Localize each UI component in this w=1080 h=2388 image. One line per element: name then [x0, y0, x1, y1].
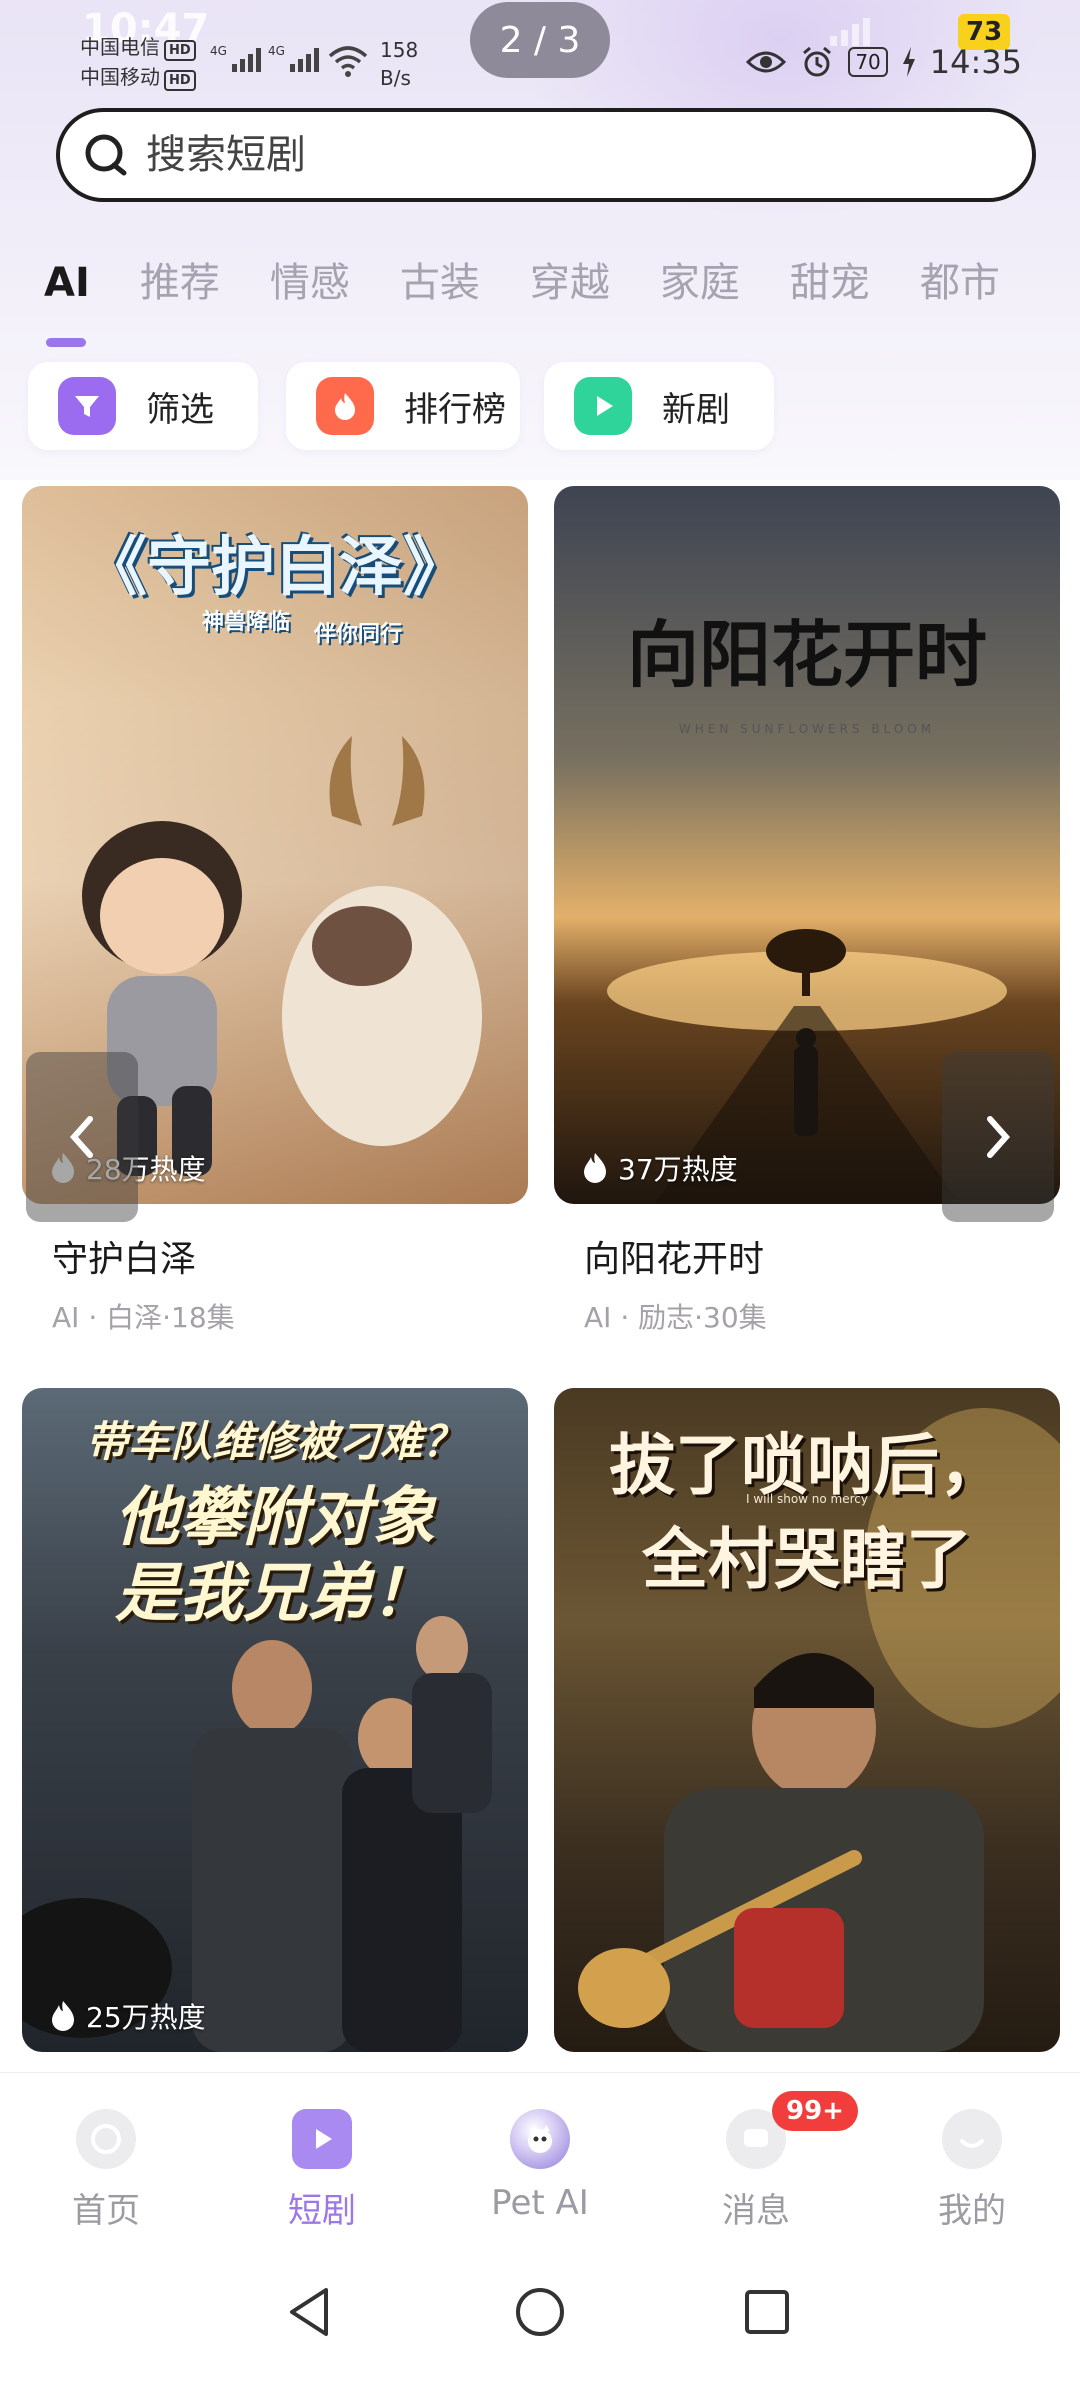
- ranking-button[interactable]: 排行榜: [286, 362, 520, 450]
- wifi-icon: [328, 46, 368, 77]
- tab-time-travel[interactable]: 穿越: [530, 248, 610, 318]
- tab-emotion[interactable]: 情感: [270, 248, 350, 318]
- poster-subtitle: WHEN SUNFLOWERS BLOOM: [678, 722, 936, 736]
- hd-badge: HD: [164, 70, 196, 91]
- signal-2-icon: 4G: [268, 44, 319, 72]
- pet-ai-icon: [510, 2109, 570, 2169]
- nav-messages-label: 消息: [722, 2191, 790, 2231]
- poster-subtitle: 神兽降临: [202, 610, 291, 635]
- home-circle-icon[interactable]: [510, 2282, 570, 2342]
- eye-icon: [746, 51, 787, 73]
- tab-costume[interactable]: 古装: [400, 248, 480, 318]
- home-icon: [76, 2109, 136, 2169]
- heat-label: 25万热度: [86, 2001, 206, 2034]
- drama-title[interactable]: 向阳花开时: [584, 1230, 764, 1282]
- message-count-badge: 99+: [772, 2091, 858, 2131]
- ranking-label: 排行榜: [404, 389, 506, 430]
- nav-short-drama-label: 短剧: [288, 2191, 356, 2231]
- drama-meta: AI · 励志·30集: [584, 1301, 767, 1334]
- poster-subtitle: 伴你同行: [314, 622, 403, 647]
- flame-icon: [52, 2001, 74, 2031]
- category-tabs: AI 推荐 情感 古装 穿越 家庭 甜宠 都市: [44, 248, 1050, 318]
- net-speed-value: 158: [380, 38, 419, 62]
- chevron-right-icon: [987, 1116, 1011, 1158]
- filter-label: 筛选: [146, 389, 214, 430]
- tab-family[interactable]: 家庭: [660, 248, 740, 318]
- status-time: 14:35: [929, 43, 1022, 81]
- drama-card[interactable]: 拔了唢呐后， I will show no mercy 全村哭瞎了: [554, 1388, 1060, 2052]
- flame-icon: [316, 377, 374, 435]
- net-speed: 158 B/s: [380, 36, 418, 92]
- drama-meta: AI · 白泽·18集: [52, 1301, 235, 1334]
- flame-icon: [584, 1153, 606, 1183]
- carrier-2-label: 中国移动: [80, 65, 160, 89]
- drama-title[interactable]: 守护白泽: [52, 1230, 196, 1282]
- active-tab-indicator: [46, 338, 86, 347]
- nav-profile-label: 我的: [938, 2191, 1006, 2231]
- search-bar[interactable]: [56, 108, 1036, 202]
- network-type-label: 4G: [210, 44, 227, 58]
- bottom-nav: 首页 短剧 Pet AI 消息 99+ 我的: [0, 2072, 1080, 2232]
- hd-badge: HD: [164, 40, 196, 61]
- back-icon[interactable]: [282, 2282, 336, 2342]
- tab-sweet[interactable]: 甜宠: [790, 248, 870, 318]
- recents-icon[interactable]: [740, 2282, 794, 2342]
- tab-urban[interactable]: 都市: [920, 248, 1000, 318]
- previous-arrow-button[interactable]: [26, 1052, 138, 1222]
- system-nav-bar: [0, 2260, 1080, 2388]
- tab-recommend[interactable]: 推荐: [140, 248, 220, 318]
- short-drama-icon: [292, 2109, 352, 2169]
- poster-title: 《守护白泽》: [83, 530, 467, 605]
- poster-line: 是我兄弟！: [115, 1556, 435, 1631]
- page-indicator: 2 / 3: [470, 2, 610, 78]
- new-drama-button[interactable]: 新剧: [544, 362, 774, 450]
- nav-home-label: 首页: [72, 2191, 140, 2231]
- charging-icon: [902, 47, 915, 77]
- drama-poster[interactable]: 拔了唢呐后， I will show no mercy 全村哭瞎了: [554, 1388, 1060, 2052]
- drama-poster[interactable]: 带车队维修被刁难？ 他攀附对象 是我兄弟！ 25万热度: [22, 1388, 528, 2052]
- tab-ai[interactable]: AI: [44, 248, 90, 318]
- signal-1-icon: 4G: [210, 44, 261, 72]
- nav-short-drama[interactable]: 短剧: [222, 2073, 422, 2232]
- profile-icon: [942, 2109, 1002, 2169]
- drama-card[interactable]: 《守护白泽》 神兽降临 伴你同行 28万热度 守护白泽 AI · 白泽·18集: [22, 486, 528, 1354]
- play-icon: [574, 377, 632, 435]
- heat-count: 37万热度: [580, 1148, 738, 1188]
- status-right: 70 14:35: [746, 42, 1022, 82]
- poster-title: 向阳花开时: [626, 612, 987, 697]
- poster-line: 带车队维修被刁难？: [85, 1417, 464, 1466]
- filter-icon: [58, 377, 116, 435]
- poster-line: 全村哭瞎了: [642, 1520, 972, 1598]
- nav-pet-ai[interactable]: Pet AI: [440, 2073, 640, 2223]
- filter-button[interactable]: 筛选: [28, 362, 258, 450]
- heat-count: 25万热度: [48, 1996, 206, 2036]
- chevron-left-icon: [69, 1116, 93, 1158]
- search-icon: [85, 134, 127, 176]
- drama-card[interactable]: 带车队维修被刁难？ 他攀附对象 是我兄弟！ 25万热度: [22, 1388, 528, 2052]
- carrier-1-label: 中国电信: [80, 35, 160, 59]
- battery-level: 70: [848, 47, 888, 77]
- next-arrow-button[interactable]: [942, 1052, 1054, 1222]
- nav-home[interactable]: 首页: [6, 2073, 206, 2232]
- nav-pet-ai-label: Pet AI: [491, 2183, 589, 2223]
- carrier-info: 中国电信 HD 中国移动 HD: [80, 32, 196, 92]
- drama-card[interactable]: 向阳花开时 WHEN SUNFLOWERS BLOOM 37万热度 向阳花开时 …: [554, 486, 1060, 1354]
- new-drama-label: 新剧: [662, 389, 730, 430]
- net-speed-unit: B/s: [380, 66, 411, 90]
- search-input[interactable]: [146, 132, 946, 178]
- poster-subtitle: I will show no mercy: [745, 1492, 868, 1506]
- nav-profile[interactable]: 我的: [872, 2073, 1072, 2232]
- nav-messages[interactable]: 消息 99+: [656, 2073, 858, 2232]
- network-type-label: 4G: [268, 44, 285, 58]
- heat-label: 37万热度: [618, 1153, 738, 1186]
- alarm-icon: [803, 46, 832, 77]
